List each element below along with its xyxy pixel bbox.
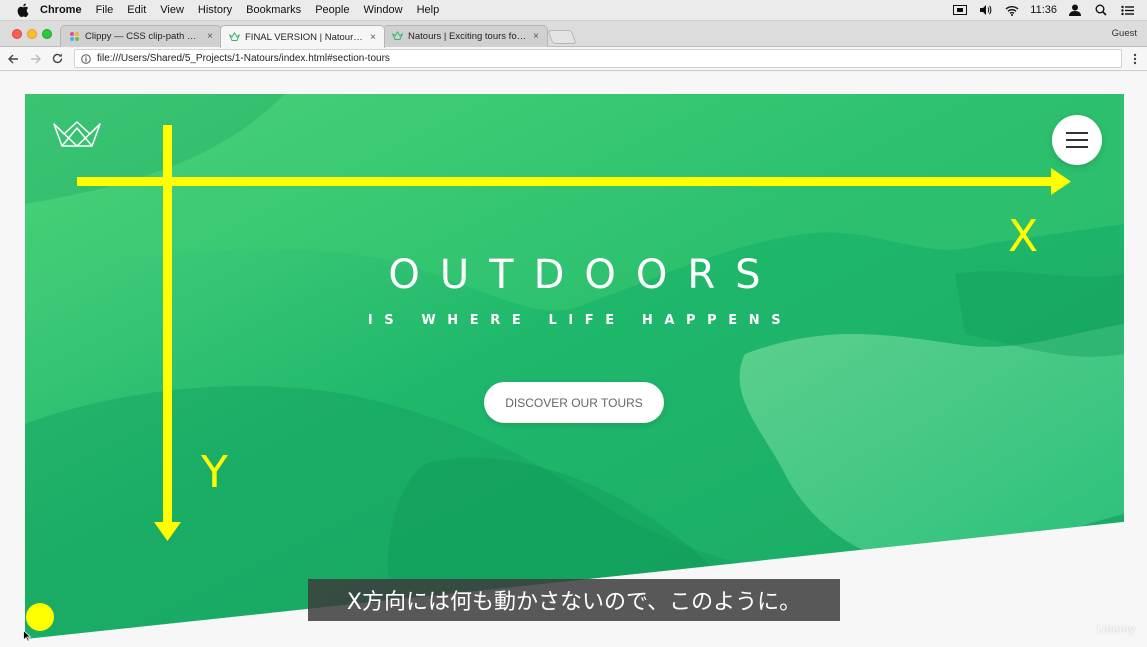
screen-mirror-icon[interactable] <box>952 4 968 16</box>
hamburger-menu-icon <box>1066 146 1088 148</box>
hamburger-menu-icon <box>1066 139 1088 141</box>
menu-history[interactable]: History <box>198 4 232 16</box>
hero-header: OUTDOORS IS WHERE LIFE HAPPENS DISCOVER … <box>25 94 1124 639</box>
page-viewport: OUTDOORS IS WHERE LIFE HAPPENS DISCOVER … <box>0 72 1147 647</box>
spotlight-search-icon[interactable] <box>1093 4 1109 16</box>
mouse-pointer-icon <box>23 630 31 642</box>
video-caption: X方向には何も動かさないので、このように。 <box>308 579 840 621</box>
menu-bookmarks[interactable]: Bookmarks <box>246 4 301 16</box>
tab-title: FINAL VERSION | Natours | Exciting tours… <box>245 31 364 43</box>
y-axis-label: Y <box>201 447 228 498</box>
navigation-menu-button[interactable] <box>1052 115 1102 165</box>
tab-natours[interactable]: Natours | Exciting tours for adventurous… <box>383 25 548 47</box>
natours-logo-icon[interactable] <box>52 120 102 148</box>
tab-final-version[interactable]: FINAL VERSION | Natours | Exciting tours… <box>220 25 385 48</box>
profile-button[interactable]: Guest <box>1112 28 1137 39</box>
new-tab-button[interactable] <box>547 30 577 44</box>
zoom-window-button[interactable] <box>42 29 52 39</box>
tab-close-icon[interactable]: × <box>207 31 213 42</box>
user-icon[interactable] <box>1067 4 1083 16</box>
discover-tours-button[interactable]: DISCOVER OUR TOURS <box>484 382 664 423</box>
macos-menu-bar: Chrome File Edit View History Bookmarks … <box>0 0 1147 21</box>
forward-arrow-icon[interactable] <box>26 50 44 68</box>
hero-title: OUTDOORS <box>388 252 781 298</box>
tab-title: Natours | Exciting tours for adventurous… <box>408 31 527 42</box>
x-axis-label: X <box>1008 211 1039 262</box>
chrome-menu-icon[interactable] <box>1130 52 1140 66</box>
url-text[interactable]: file:///Users/Shared/5_Projects/1-Natour… <box>97 53 390 64</box>
tab-close-icon[interactable]: × <box>533 31 539 42</box>
hero-landscape-image <box>25 94 1124 639</box>
notification-list-icon[interactable] <box>1119 4 1135 16</box>
menu-window[interactable]: Window <box>363 4 402 16</box>
menu-view[interactable]: View <box>160 4 184 16</box>
reload-icon[interactable] <box>48 50 66 68</box>
menu-help[interactable]: Help <box>417 4 440 16</box>
address-bar[interactable]: file:///Users/Shared/5_Projects/1-Natour… <box>74 49 1122 68</box>
menu-app-name[interactable]: Chrome <box>40 4 82 16</box>
natours-favicon-icon <box>392 31 403 40</box>
cursor-highlight-dot <box>26 603 54 631</box>
menu-edit[interactable]: Edit <box>127 4 146 16</box>
browser-tab-strip: Clippy — CSS clip-path maker × FINAL VER… <box>0 21 1147 48</box>
close-window-button[interactable] <box>12 29 22 39</box>
menu-people[interactable]: People <box>315 4 349 16</box>
tab-title: Clippy — CSS clip-path maker <box>85 31 202 42</box>
apple-icon[interactable] <box>16 3 30 17</box>
hamburger-menu-icon <box>1066 132 1088 134</box>
info-icon[interactable] <box>81 53 91 64</box>
natours-favicon-icon <box>229 31 240 41</box>
tab-close-icon[interactable]: × <box>370 32 376 43</box>
wifi-icon[interactable] <box>1004 4 1020 16</box>
hero-subtitle: IS WHERE LIFE HAPPENS <box>367 313 793 328</box>
browser-toolbar: file:///Users/Shared/5_Projects/1-Natour… <box>0 47 1147 71</box>
tab-clippy[interactable]: Clippy — CSS clip-path maker × <box>60 25 222 47</box>
clock-time[interactable]: 11:36 <box>1030 4 1057 16</box>
volume-icon[interactable] <box>978 4 994 16</box>
minimize-window-button[interactable] <box>27 29 37 39</box>
back-arrow-icon[interactable] <box>4 50 22 68</box>
clippy-favicon-icon <box>70 32 79 41</box>
udemy-watermark: Udemy <box>1097 622 1136 636</box>
menu-file[interactable]: File <box>96 4 114 16</box>
